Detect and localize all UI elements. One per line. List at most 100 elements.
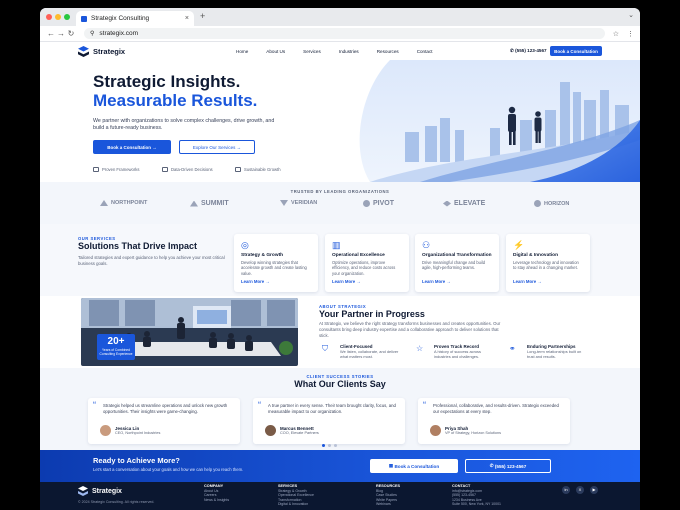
learn-more-link[interactable]: Learn More → (241, 279, 311, 284)
footer-link[interactable]: White Papers (376, 498, 397, 502)
back-icon[interactable]: ← (46, 29, 56, 38)
favicon-icon (81, 15, 87, 22)
site-logo[interactable]: Strategix (78, 45, 125, 57)
footer-address: 1234 Business Ave (452, 497, 482, 502)
brand-label: NORTHPOINT (111, 200, 148, 206)
nav-home[interactable]: Home (236, 49, 248, 54)
brand-label: PIVOT (373, 200, 395, 207)
reload-icon[interactable]: ↻ (66, 29, 76, 38)
footer-email[interactable]: info@strategix.com (452, 489, 482, 493)
nav-contact[interactable]: Contact (417, 49, 433, 54)
carousel-dot[interactable] (334, 444, 337, 447)
explore-services-label: Explore Our Services (192, 144, 236, 150)
author-role: COO, Elevate Partners (280, 431, 319, 435)
cta-phone-button[interactable]: ✆ (555) 123-4567 (465, 459, 551, 473)
service-card-title: Organizational Transformation (422, 253, 492, 258)
quote-icon: “ (423, 400, 426, 410)
footer-logo[interactable]: Strategix (78, 486, 122, 496)
header-consultation-button[interactable]: Book a Consultation (550, 46, 602, 56)
pillar-item: ⚭ Enduring Partnerships Long-term relati… (509, 344, 589, 359)
footer-phone[interactable]: (555) 123-4567 (452, 493, 476, 497)
footer-column-contact: CONTACT info@strategix.com (555) 123-456… (452, 484, 501, 507)
browser-tab[interactable]: Strategix Consulting × (76, 11, 194, 26)
linkedin-icon[interactable]: in (562, 486, 570, 494)
brand-label: ELEVATE (454, 200, 486, 207)
footer-address: Suite 500, New York, NY 10001 (452, 502, 501, 507)
learn-more-label: Learn More (422, 279, 446, 284)
hero-consultation-button[interactable]: Book a Consultation → (93, 140, 171, 154)
footer-link[interactable]: About Us (204, 489, 218, 493)
footer-link[interactable]: Operational Excellence (278, 493, 314, 497)
footer-link[interactable]: Case Studies (376, 493, 397, 497)
service-card-transformation[interactable]: ⚇ Organizational Transformation Drive me… (415, 234, 499, 292)
carousel-dots (322, 444, 340, 447)
logo-icon (78, 45, 89, 57)
testimonial-author: Jessica Lin CEO, Northpoint Industries (100, 425, 160, 436)
quote-icon: “ (258, 400, 261, 410)
header-phone[interactable]: ✆ (555) 123-4567 (510, 48, 547, 54)
bar-chart-icon: ▥ (332, 240, 341, 250)
service-card-digital[interactable]: ⚡ Digital & Innovation Leverage technolo… (506, 234, 590, 292)
people-icon: ⚇ (422, 240, 431, 250)
learn-more-link[interactable]: Learn More → (513, 279, 583, 284)
youtube-icon[interactable]: ▶ (590, 486, 598, 494)
footer-link[interactable]: Digital & Innovation (278, 502, 308, 506)
service-card-desc: Leverage technology and innovation to st… (513, 260, 579, 271)
avatar (265, 425, 276, 436)
star-icon: ☆ (416, 344, 424, 353)
hero-consultation-label: Book a Consultation (107, 144, 151, 150)
address-bar: ← → ↻ ⚲ strategix.com ☆ ⋮ (40, 26, 640, 42)
target-icon: ◎ (241, 240, 249, 250)
nav-resources[interactable]: Resources (377, 49, 399, 54)
explore-services-button[interactable]: Explore Our Services → (179, 140, 255, 154)
menu-dots-icon[interactable]: ⋮ (627, 30, 634, 38)
new-tab-button[interactable]: + (200, 11, 205, 21)
testimonial-card: “ Professional, collaborative, and resul… (418, 398, 570, 444)
url-field[interactable]: ⚲ strategix.com (84, 28, 605, 39)
footer-link[interactable]: Transformation (278, 498, 301, 502)
footer-link[interactable]: News & Insights (204, 498, 229, 502)
avatar (430, 425, 441, 436)
brand-label: VERIDIAN (291, 200, 318, 206)
nav-about[interactable]: About Us (266, 49, 285, 54)
service-card-title: Digital & Innovation (513, 253, 559, 258)
learn-more-link[interactable]: Learn More → (332, 279, 402, 284)
feature-label: Proven Frameworks (102, 167, 140, 172)
minimize-window-button[interactable] (55, 14, 61, 20)
pillar-item: ⛉ Client-Focused We listen, collaborate,… (322, 344, 402, 359)
carousel-dot[interactable] (322, 444, 325, 447)
testimonial-author: Priya Shah VP of Strategy, Horizon Soluti… (430, 425, 501, 436)
learn-more-link[interactable]: Learn More → (422, 279, 492, 284)
close-tab-icon[interactable]: × (185, 15, 189, 22)
x-twitter-icon[interactable]: X (576, 486, 584, 494)
tab-title: Strategix Consulting (91, 15, 150, 22)
hero-city-image (330, 60, 640, 182)
close-window-button[interactable] (46, 14, 52, 20)
nav-services[interactable]: Services (303, 49, 321, 54)
footer-link[interactable]: Webinars (376, 502, 391, 506)
nav-industries[interactable]: Industries (339, 49, 359, 54)
services-description: Tailored strategies and expert guidance … (78, 255, 225, 266)
carousel-dot[interactable] (328, 444, 331, 447)
tab-bar: Strategix Consulting × + ⌄ (40, 8, 640, 26)
footer-link[interactable]: Strategy & Growth (278, 489, 307, 493)
service-card-operations[interactable]: ▥ Operational Excellence Optimize operat… (325, 234, 409, 292)
maximize-window-button[interactable] (64, 14, 70, 20)
cta-consultation-button[interactable]: ▦ Book a Consultation (370, 459, 458, 473)
service-card-strategy[interactable]: ◎ Strategy & Growth Develop winning stra… (234, 234, 318, 292)
quote-icon: “ (93, 400, 96, 410)
footer-brand: Strategix (92, 487, 122, 495)
footer-heading: SERVICES (278, 484, 298, 488)
brand-logo: VERIDIAN (280, 200, 317, 206)
testimonial-quote: A true partner in every sense. Their tea… (268, 403, 396, 414)
chevron-down-icon[interactable]: ⌄ (628, 11, 634, 19)
footer-link[interactable]: Blog (376, 489, 383, 493)
chart-icon (162, 167, 168, 172)
site-info-icon[interactable]: ⚲ (90, 30, 94, 37)
url-text: strategix.com (99, 30, 139, 37)
bookmark-star-icon[interactable]: ☆ (613, 30, 619, 38)
experience-number: 20+ (107, 336, 125, 347)
lightning-icon: ⚡ (513, 240, 525, 250)
forward-icon[interactable]: → (56, 29, 66, 38)
footer-link[interactable]: Careers (204, 493, 216, 497)
